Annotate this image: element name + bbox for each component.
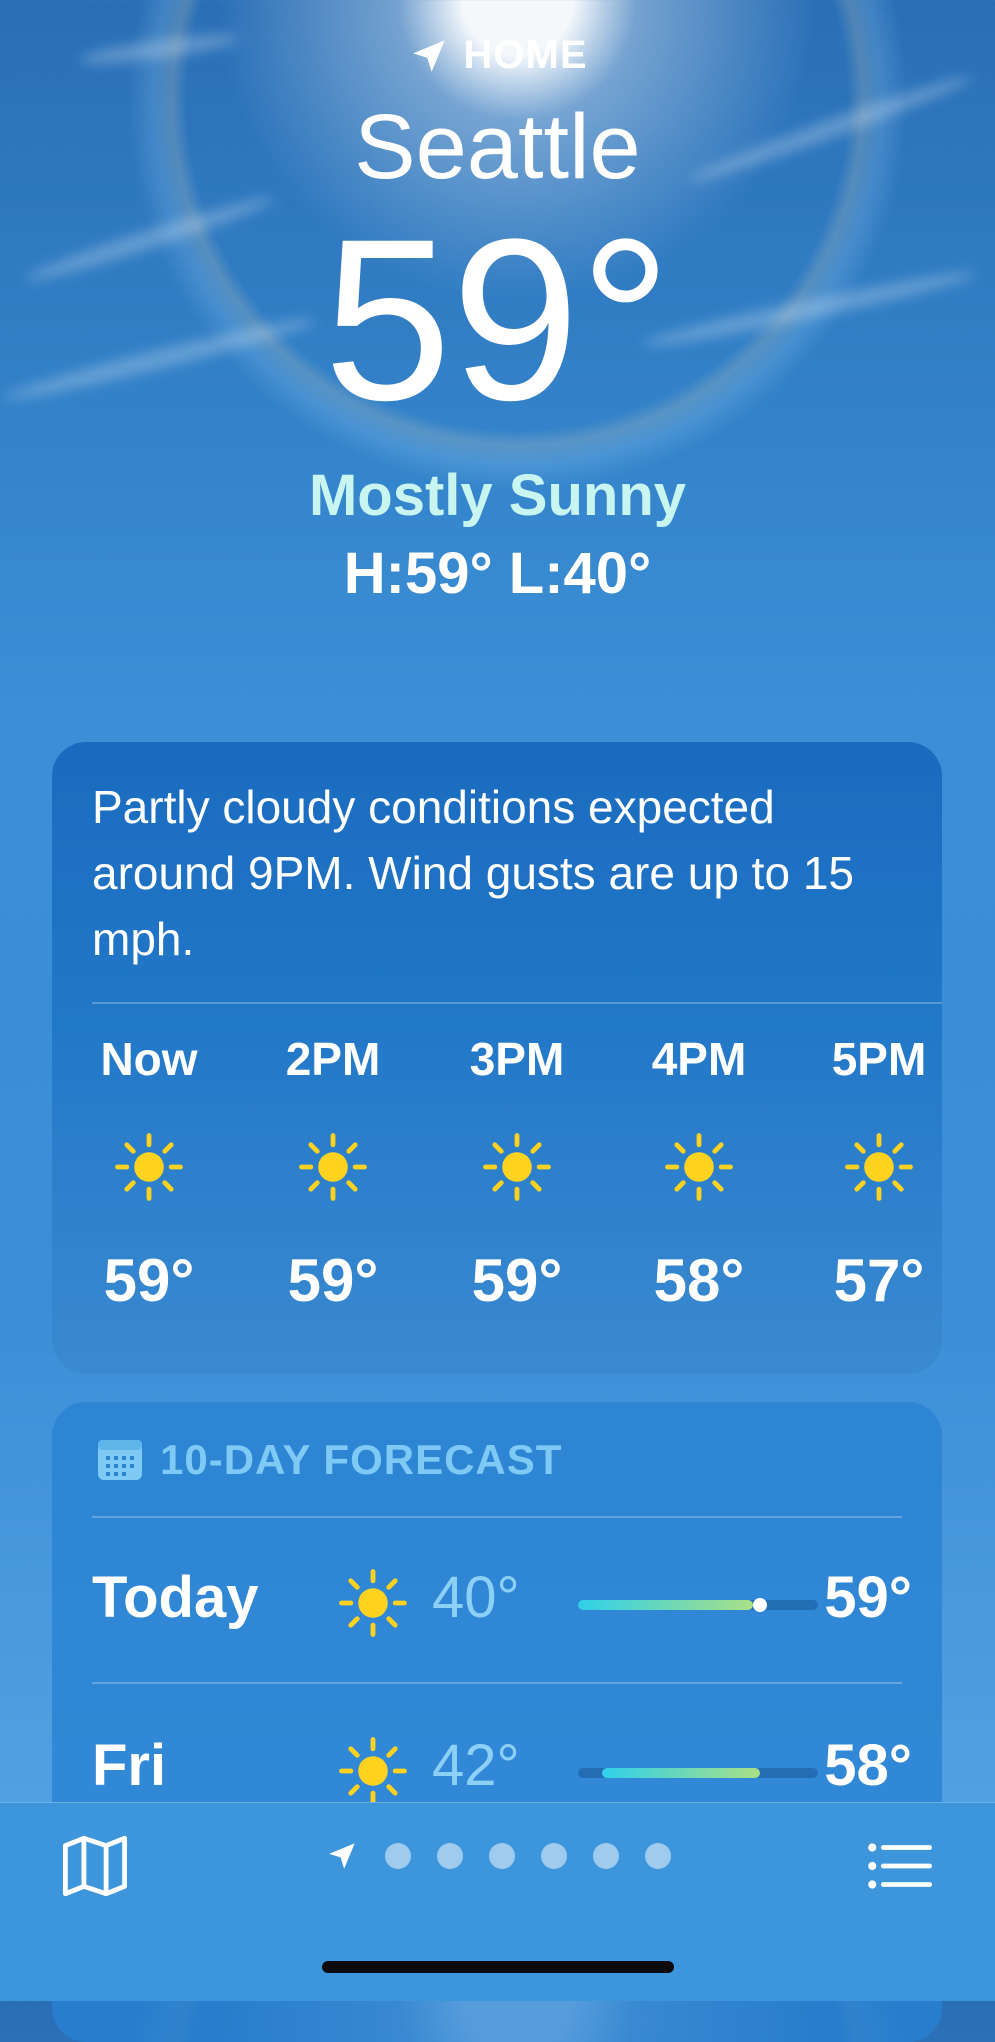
forecast-header: 10-DAY FORECAST	[96, 1436, 562, 1484]
sun-icon	[296, 1130, 370, 1204]
forecast-day: Fri	[92, 1733, 167, 1798]
hour-time: 5PM	[831, 1033, 927, 1085]
hour-temperature: 57°	[833, 1247, 925, 1314]
location-label: HOME	[463, 33, 588, 77]
hour-time: 4PM	[651, 1033, 747, 1085]
temperature-range-fill	[602, 1768, 761, 1778]
divider	[92, 1516, 902, 1518]
temperature-range-bar	[578, 1598, 818, 1612]
page-dot	[488, 1843, 515, 1869]
temperature-range-fill	[578, 1600, 754, 1610]
bottom-toolbar	[0, 1802, 995, 2001]
forecast-summary: Partly cloudy conditions expected around…	[92, 781, 854, 965]
city-name: Seattle	[354, 96, 641, 198]
list-icon	[868, 1843, 933, 1889]
current-conditions: HOME Seattle 59° Mostly Sunny H:59° L:40…	[0, 0, 995, 640]
location-list-button[interactable]	[863, 1829, 937, 1903]
forecast-title: 10-DAY FORECAST	[160, 1436, 563, 1483]
divider	[92, 1682, 902, 1684]
page-dot	[592, 1843, 619, 1869]
location-label-row: HOME	[0, 33, 995, 78]
page-indicator[interactable]	[0, 1839, 995, 1873]
location-arrow-icon	[328, 1843, 355, 1869]
forecast-row-today[interactable]: Today 40° 59°	[92, 1544, 912, 1654]
hour-temperature: 59°	[471, 1247, 563, 1314]
forecast-high: 59°	[824, 1565, 912, 1630]
calendar-icon	[98, 1440, 142, 1480]
divider	[92, 1002, 942, 1004]
hour-temperature: 59°	[103, 1247, 195, 1314]
hour-item: 2PM 59°	[258, 1032, 408, 1315]
page-dot	[436, 1843, 463, 1869]
page-dot	[644, 1843, 671, 1869]
high-low-text: H:59° L:40°	[343, 541, 652, 606]
hour-item: 3PM 59°	[442, 1032, 592, 1315]
hour-item: Now 59°	[74, 1032, 224, 1315]
page-dot	[540, 1843, 567, 1869]
current-temperature-dot	[753, 1598, 768, 1612]
page-dot	[384, 1843, 411, 1869]
sun-icon	[662, 1130, 736, 1204]
hourly-forecast-card[interactable]: Partly cloudy conditions expected around…	[52, 742, 942, 1374]
temperature-range-bar	[578, 1768, 818, 1778]
sun-icon	[842, 1130, 916, 1204]
sun-icon	[336, 1734, 410, 1808]
current-temperature: 59°	[323, 191, 672, 448]
home-indicator[interactable]	[322, 1961, 674, 1973]
hour-time: Now	[100, 1033, 198, 1085]
hour-time: 3PM	[469, 1033, 565, 1085]
hour-item: 4PM 58°	[624, 1032, 774, 1315]
sun-icon	[112, 1130, 186, 1204]
location-arrow-icon	[412, 39, 445, 72]
forecast-low: 42°	[432, 1733, 520, 1798]
sun-icon	[480, 1130, 554, 1204]
sun-icon	[336, 1566, 410, 1640]
hour-item: 5PM 57°	[804, 1032, 942, 1315]
forecast-low: 40°	[432, 1565, 520, 1630]
hour-time: 2PM	[285, 1033, 381, 1085]
hour-temperature: 58°	[653, 1247, 745, 1314]
forecast-high: 58°	[824, 1733, 912, 1798]
forecast-day: Today	[92, 1565, 259, 1630]
condition-text: Mostly Sunny	[308, 463, 687, 528]
hour-temperature: 59°	[287, 1247, 379, 1314]
